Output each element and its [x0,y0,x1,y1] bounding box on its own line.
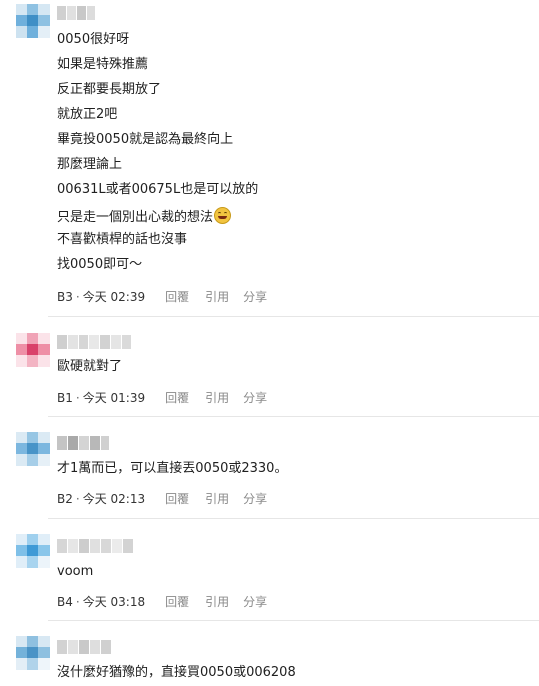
comment-text-line: 0050很好呀 [57,32,130,47]
avatar[interactable] [16,534,50,568]
quote-button[interactable]: 引用 [205,391,229,405]
post-time: 今天 01:39 [82,391,146,405]
divider [48,620,539,621]
comment-text-line: 那麼理論上 [57,157,123,172]
grinning-face-icon [214,207,232,224]
share-button[interactable]: 分享 [243,391,267,405]
username-blurred[interactable] [57,335,131,349]
comment-text-line: 就放正2吧 [57,107,118,122]
comment-text-line: 如果是特殊推薦 [57,57,149,72]
comment-text-line: 畢竟投0050就是認為最終向上 [57,132,234,147]
comment-text-line: 00631L或者00675L也是可以放的 [57,182,259,197]
reply-button[interactable]: 回覆 [165,595,189,609]
comment-text: 只是走一個別出心裁的想法 [57,210,214,225]
username-blurred[interactable] [57,640,111,654]
avatar[interactable] [16,636,50,670]
separator: · [75,391,80,405]
comment-text-line: 沒什麼好猶豫的，直接買0050或006208 [57,665,296,680]
separator: · [75,595,80,609]
share-button[interactable]: 分享 [243,290,267,304]
floor-number[interactable]: B4 [57,595,73,609]
comment-text-line: voom [57,564,94,579]
floor-number[interactable]: B1 [57,391,73,405]
avatar[interactable] [16,432,50,466]
username-blurred[interactable] [57,436,109,450]
divider [48,518,539,519]
quote-button[interactable]: 引用 [205,492,229,506]
username-blurred[interactable] [57,539,133,553]
share-button[interactable]: 分享 [243,492,267,506]
divider [48,416,539,417]
reply-button[interactable]: 回覆 [165,492,189,506]
username-blurred[interactable] [57,6,95,20]
floor-number[interactable]: B2 [57,492,73,506]
comment-text-line: 反正都要長期放了 [57,82,162,97]
reply-button[interactable]: 回覆 [165,290,189,304]
post-time: 今天 02:13 [82,492,146,506]
comment-meta: B4 · 今天 03:18 回覆 引用 分享 [57,595,267,609]
comment-text-line: 歐硬就對了 [57,359,123,374]
comment-text-line: 才1萬而已，可以直接丟0050或2330。 [57,461,288,476]
comment-meta: B3 · 今天 02:39 回覆 引用 分享 [57,290,267,304]
comment-meta: B2 · 今天 02:13 回覆 引用 分享 [57,492,267,506]
avatar[interactable] [16,333,50,367]
comment-text-line-with-emoji: 只是走一個別出心裁的想法 [57,207,232,226]
post-time: 今天 03:18 [82,595,146,609]
share-button[interactable]: 分享 [243,595,267,609]
reply-button[interactable]: 回覆 [165,391,189,405]
avatar[interactable] [16,4,50,38]
comment-text-line: 找0050即可～ [57,257,143,272]
comment-text-line: 不喜歡槓桿的話也沒事 [57,232,188,247]
separator: · [75,290,80,304]
quote-button[interactable]: 引用 [205,595,229,609]
divider [48,316,539,317]
comment-meta: B1 · 今天 01:39 回覆 引用 分享 [57,391,267,405]
separator: · [75,492,80,506]
quote-button[interactable]: 引用 [205,290,229,304]
post-time: 今天 02:39 [82,290,146,304]
floor-number[interactable]: B3 [57,290,73,304]
